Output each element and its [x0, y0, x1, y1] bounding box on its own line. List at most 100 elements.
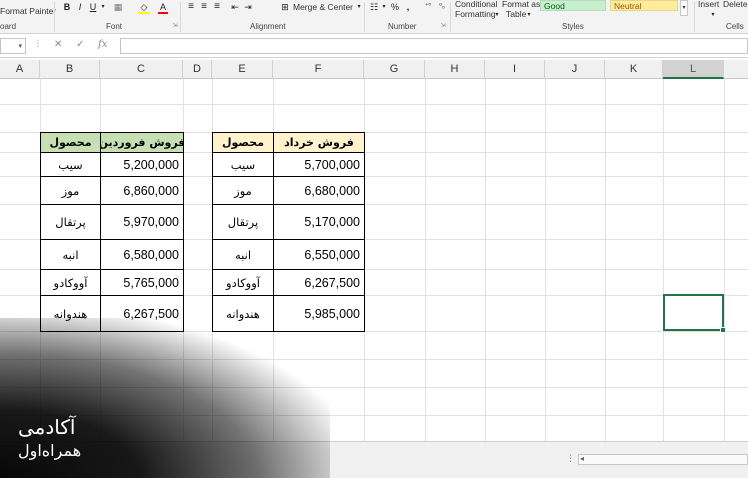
styles-gallery-more-icon[interactable]: ▾: [680, 0, 688, 16]
formula-bar: ▾ ⋮ ✕ ✓ fx: [0, 34, 748, 58]
table2-sales-cell[interactable]: 6,680,000: [273, 176, 365, 205]
ribbon-separator: [694, 2, 695, 32]
table2-header-sales[interactable]: فروش خرداد: [273, 132, 365, 153]
table2-product-cell[interactable]: پرتقال: [212, 204, 274, 240]
delete-button[interactable]: Delete: [723, 0, 748, 9]
column-header-i[interactable]: I: [485, 60, 545, 79]
align-center-icon[interactable]: ≡: [199, 1, 209, 13]
percent-button[interactable]: %: [390, 1, 400, 13]
number-dialog-launcher-icon[interactable]: ⇲: [440, 20, 446, 32]
align-right-icon[interactable]: ≡: [212, 1, 222, 13]
name-box[interactable]: ▾: [0, 38, 26, 54]
column-header-m[interactable]: [724, 60, 748, 79]
format-as-table-button[interactable]: Format as: [502, 0, 540, 9]
conditional-formatting-dropdown-icon[interactable]: ▾: [494, 9, 500, 21]
font-group-label: Font: [106, 22, 123, 31]
increase-indent-icon[interactable]: ⇥: [243, 1, 253, 13]
borders-icon[interactable]: ▦: [112, 1, 124, 13]
tab-split-handle-icon[interactable]: ⋮: [566, 453, 575, 464]
alignment-group-label: Alignment: [250, 22, 286, 31]
insert-button[interactable]: Insert: [698, 0, 719, 9]
increase-decimal-icon[interactable]: ⁺⁰: [422, 1, 434, 13]
table1-product-cell[interactable]: هندوانه: [40, 295, 101, 332]
format-as-table-dropdown-icon[interactable]: ▾: [526, 9, 532, 21]
column-header-j[interactable]: J: [545, 60, 605, 79]
conditional-formatting-label[interactable]: Formatting: [455, 9, 496, 19]
underline-dropdown-icon[interactable]: ▾: [100, 1, 106, 13]
formula-input[interactable]: [120, 38, 748, 54]
column-header-a[interactable]: A: [0, 60, 40, 79]
fill-handle[interactable]: [720, 327, 726, 333]
merge-dropdown-icon[interactable]: ▾: [356, 1, 362, 13]
table1-header-sales[interactable]: فروش فروردین: [100, 132, 184, 153]
italic-button[interactable]: I: [75, 1, 85, 13]
table2-product-cell[interactable]: آووکادو: [212, 269, 274, 296]
comma-button[interactable]: ,: [404, 1, 412, 13]
column-header-h[interactable]: H: [425, 60, 485, 79]
align-left-icon[interactable]: ≡: [186, 1, 196, 13]
fill-color-swatch: [138, 12, 150, 14]
table1-product-cell[interactable]: موز: [40, 176, 101, 205]
font-dialog-launcher-icon[interactable]: ⇲: [172, 20, 178, 32]
active-cell-selection[interactable]: [663, 294, 726, 333]
table2-product-cell[interactable]: موز: [212, 176, 274, 205]
table1-sales-cell[interactable]: 5,765,000: [100, 269, 184, 296]
format-painter-button[interactable]: Format Painter: [0, 6, 56, 16]
decrease-decimal-icon[interactable]: ⁰₀: [436, 1, 448, 13]
column-header-k[interactable]: K: [605, 60, 663, 79]
table2-header-product[interactable]: محصول: [212, 132, 274, 153]
table2-sales-cell[interactable]: 5,985,000: [273, 295, 365, 332]
insert-dropdown-icon[interactable]: ▾: [710, 9, 716, 21]
format-as-table-label[interactable]: Table: [506, 9, 526, 19]
table2-product-cell[interactable]: انبه: [212, 239, 274, 270]
decrease-indent-icon[interactable]: ⇤: [230, 1, 240, 13]
column-header-f[interactable]: F: [273, 60, 364, 79]
underline-button[interactable]: U: [88, 1, 98, 13]
worksheet-grid[interactable]: محصول فروش فروردین سیب 5,200,000 موز 6,8…: [0, 79, 748, 441]
column-header-g[interactable]: G: [364, 60, 425, 79]
gridline: [0, 104, 748, 105]
merge-center-icon[interactable]: ⊞: [280, 1, 290, 13]
style-neutral[interactable]: Neutral: [610, 0, 678, 11]
style-good[interactable]: Good: [540, 0, 606, 11]
watermark-brand-text: همراه‌اول: [18, 441, 82, 460]
table2-product-cell[interactable]: سیب: [212, 152, 274, 177]
table2-sales-cell[interactable]: 5,700,000: [273, 152, 365, 177]
name-box-dropdown-icon[interactable]: ▾: [18, 42, 22, 50]
scroll-left-icon[interactable]: ◂: [580, 454, 584, 463]
table1-product-cell[interactable]: انبه: [40, 239, 101, 270]
table1-product-cell[interactable]: پرتقال: [40, 204, 101, 240]
table2-sales-cell[interactable]: 5,170,000: [273, 204, 365, 240]
accounting-dropdown-icon[interactable]: ▾: [381, 1, 387, 13]
merge-center-button[interactable]: Merge & Center: [293, 2, 353, 12]
conditional-formatting-button[interactable]: Conditional: [455, 0, 498, 9]
table1-sales-cell[interactable]: 5,970,000: [100, 204, 184, 240]
cancel-icon[interactable]: ✕: [54, 39, 62, 50]
accounting-format-icon[interactable]: ☷: [368, 1, 380, 13]
cells-group-label: Cells: [726, 22, 744, 31]
table1-product-cell[interactable]: سیب: [40, 152, 101, 177]
column-header-l[interactable]: L: [663, 60, 724, 79]
table1-product-cell[interactable]: آووکادو: [40, 269, 101, 296]
column-header-b[interactable]: B: [40, 60, 100, 79]
table1-sales-cell[interactable]: 6,267,500: [100, 295, 184, 332]
bold-button[interactable]: B: [62, 1, 72, 13]
table1-sales-cell[interactable]: 6,580,000: [100, 239, 184, 270]
gridline: [0, 415, 748, 416]
insert-function-icon[interactable]: fx: [98, 39, 107, 50]
enter-icon[interactable]: ✓: [76, 39, 84, 50]
table2-sales-cell[interactable]: 6,267,500: [273, 269, 365, 296]
clipboard-group-label: oard: [0, 22, 17, 31]
ribbon: Format Painter oard B I U ▾ ▦ ◇ A Font ⇲…: [0, 0, 748, 34]
table1-header-product[interactable]: محصول: [40, 132, 101, 153]
ribbon-separator: [364, 2, 365, 32]
column-header-e[interactable]: E: [212, 60, 273, 79]
column-headers: A B C D E F G H I J K L: [0, 60, 748, 79]
table2-sales-cell[interactable]: 6,550,000: [273, 239, 365, 270]
column-header-c[interactable]: C: [100, 60, 183, 79]
table1-sales-cell[interactable]: 5,200,000: [100, 152, 184, 177]
column-header-d[interactable]: D: [183, 60, 212, 79]
table2-product-cell[interactable]: هندوانه: [212, 295, 274, 332]
horizontal-scrollbar[interactable]: ◂: [578, 454, 748, 465]
table1-sales-cell[interactable]: 6,860,000: [100, 176, 184, 205]
